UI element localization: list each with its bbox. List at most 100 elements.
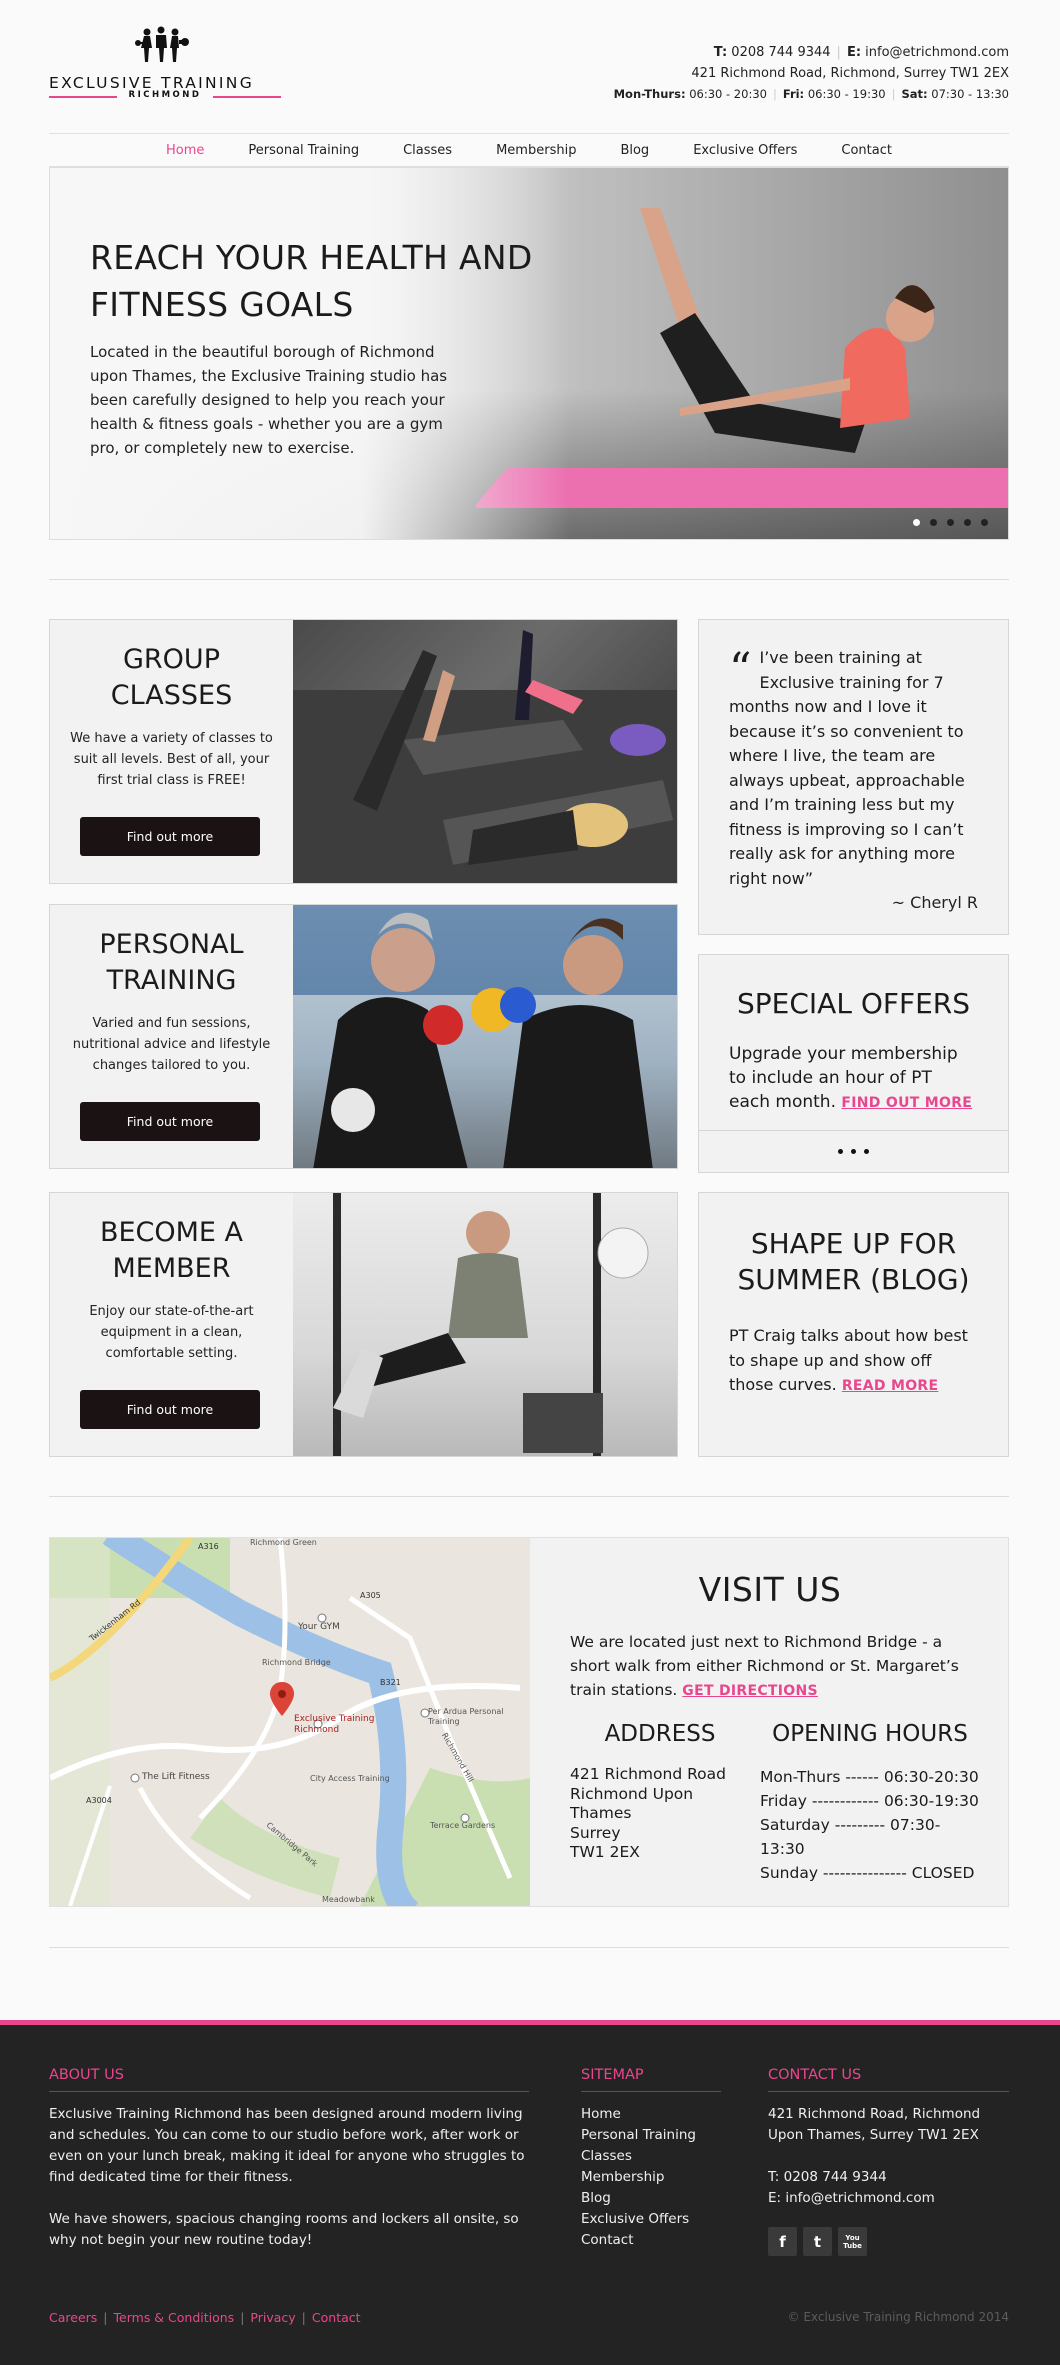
youtube-icon[interactable]: You Tube [838,2227,867,2256]
hours-label-2: Fri: [782,87,805,101]
find-out-more-button[interactable]: Find out more [80,1390,260,1429]
footer-sitemap: SITEMAP Home Personal Training Classes M… [581,2067,721,2251]
header-phone[interactable]: 0208 744 9344 [731,45,830,60]
sitemap-exclusive-offers[interactable]: Exclusive Offers [581,2209,721,2230]
boxing-illustration [293,905,677,1168]
header-email[interactable]: info@etrichmond.com [865,45,1009,60]
card-title: PERSONAL TRAINING [99,929,244,996]
sitemap-blog[interactable]: Blog [581,2188,721,2209]
footer-phone[interactable]: T: 0208 744 9344 [768,2167,1009,2188]
footer-link-contact[interactable]: Contact [312,2310,361,2325]
nav-blog[interactable]: Blog [620,143,649,158]
slider-dot-2[interactable] [930,519,937,526]
offers-pager[interactable] [699,1130,1008,1172]
testimonial-box: “ I’ve been training at Exclusive traini… [698,619,1009,935]
sitemap-membership[interactable]: Membership [581,2167,721,2188]
nav-personal-training[interactable]: Personal Training [248,143,359,158]
get-directions-link[interactable]: GET DIRECTIONS [682,1683,818,1699]
group-class-photo [293,620,677,883]
footer-about-text-1: Exclusive Training Richmond has been des… [49,2106,525,2185]
map-label-a3004: A3004 [86,1796,112,1805]
header-contact: T: 0208 744 9344 | E: info@etrichmond.com … [613,45,1009,101]
map-label-a305: A305 [360,1591,381,1600]
phone-label: T: [713,45,728,60]
hours-value-1: 06:30 - 20:30 [689,87,767,101]
blog-text: PT Craig talks about how best to shape u… [729,1324,978,1399]
card-text: BECOME A MEMBER Enjoy our state-of-the-a… [50,1193,293,1456]
nav-contact[interactable]: Contact [841,143,892,158]
pager-dot [838,1149,843,1154]
map-label-per-ardua: Per Ardua Personal Training [428,1707,504,1726]
footer-address: 421 Richmond Road, Richmond Upon Thames,… [768,2106,981,2143]
sitemap-personal-training[interactable]: Personal Training [581,2125,721,2146]
slider-dot-1[interactable] [913,519,920,526]
visit-text: We are located just next to Richmond Bri… [570,1630,960,1703]
sitemap-classes[interactable]: Classes [581,2146,721,2167]
footer-link-privacy[interactable]: Privacy [250,2310,295,2325]
testimonial-author: ~ Cheryl R [891,893,978,912]
map-label-terrace-gardens: Terrace Gardens [430,1821,496,1830]
hours-line: Sunday --------------- CLOSED [760,1864,975,1882]
slider-dots [913,519,988,526]
map-label-a316: A316 [198,1542,219,1551]
footer-link-terms[interactable]: Terms & Conditions [114,2310,235,2325]
card-text: GROUP CLASSES We have a variety of class… [50,620,293,883]
sitemap-contact[interactable]: Contact [581,2230,721,2251]
card-title: BECOME A MEMBER [99,1217,244,1284]
logo[interactable]: EXCLUSIVE TRAINING RICHMOND [49,26,281,104]
hours-column: OPENING HOURS Mon-Thurs ------ 06:30-20:… [760,1721,980,1885]
blog-box: SHAPE UP FOR SUMMER (BLOG) PT Craig talk… [698,1192,1009,1457]
hero-slider[interactable]: REACH YOUR HEALTH AND FITNESS GOALS Loca… [49,167,1009,540]
twitter-icon[interactable]: t [803,2227,832,2256]
header-address: 421 Richmond Road, Richmond, Surrey TW1 … [691,66,1009,81]
hours-value-2: 06:30 - 19:30 [807,87,886,101]
find-out-more-link[interactable]: FIND OUT MORE [841,1095,972,1111]
map-label-b321: B321 [380,1678,401,1687]
pager-dot [851,1149,856,1154]
hours-value-3: 07:30 - 13:30 [931,87,1009,101]
card-description: We have a variety of classes to suit all… [70,731,273,788]
slider-dot-5[interactable] [981,519,988,526]
map-label-richmond-green: Richmond Green [250,1538,317,1547]
special-offers-box: SPECIAL OFFERS Upgrade your membership t… [698,954,1009,1173]
special-offers-text: Upgrade your membership to include an ho… [729,1042,978,1115]
hours-label-3: Sat: [901,87,928,101]
card-title: GROUP CLASSES [110,644,233,711]
address-line: TW1 2EX [570,1843,640,1861]
nav-membership[interactable]: Membership [496,143,576,158]
map-label-pin: Exclusive Training Richmond [294,1714,375,1735]
card-text: PERSONAL TRAINING Varied and fun session… [50,905,293,1168]
location-map[interactable]: Your GYM Exclusive Training Richmond Ric… [50,1538,530,1906]
footer-about-title: ABOUT US [49,2067,529,2092]
special-offers-title: SPECIAL OFFERS [737,987,970,1020]
sitemap-home[interactable]: Home [581,2104,721,2125]
read-more-link[interactable]: READ MORE [842,1378,939,1394]
nav-classes[interactable]: Classes [403,143,452,158]
slider-dot-3[interactable] [947,519,954,526]
divider [49,1496,1009,1497]
card-personal-training: PERSONAL TRAINING Varied and fun session… [49,904,678,1169]
map-label-lift-fitness: The Lift Fitness [142,1772,210,1782]
find-out-more-button[interactable]: Find out more [80,1102,260,1141]
pager-dot [864,1149,869,1154]
footer-contact-title: CONTACT US [768,2067,1009,2092]
slider-dot-4[interactable] [964,519,971,526]
map-label-gym: Your GYM [298,1622,340,1632]
footer-link-careers[interactable]: Careers [49,2310,97,2325]
hours-title: OPENING HOURS [772,1721,968,1747]
map-label-bridge: Richmond Bridge [262,1658,331,1667]
card-description: Enjoy our state-of-the-art equipment in … [89,1304,254,1361]
hero-title: REACH YOUR HEALTH AND FITNESS GOALS [90,238,533,324]
divider [49,1947,1009,1948]
nav-exclusive-offers[interactable]: Exclusive Offers [693,143,797,158]
class-illustration [293,630,677,883]
footer-email[interactable]: E: info@etrichmond.com [768,2188,1009,2209]
footer-links: Careers | Terms & Conditions | Privacy | Conta… [49,2310,361,2325]
facebook-icon[interactable]: f [768,2227,797,2256]
gym-photo [293,1193,677,1456]
find-out-more-button[interactable]: Find out more [80,817,260,856]
nav-home[interactable]: Home [166,143,204,158]
footer-contact: CONTACT US 421 Richmond Road, Richmond U… [768,2067,1009,2256]
hours-line: Saturday --------- 07:30-13:30 [760,1816,941,1858]
divider [49,579,1009,580]
